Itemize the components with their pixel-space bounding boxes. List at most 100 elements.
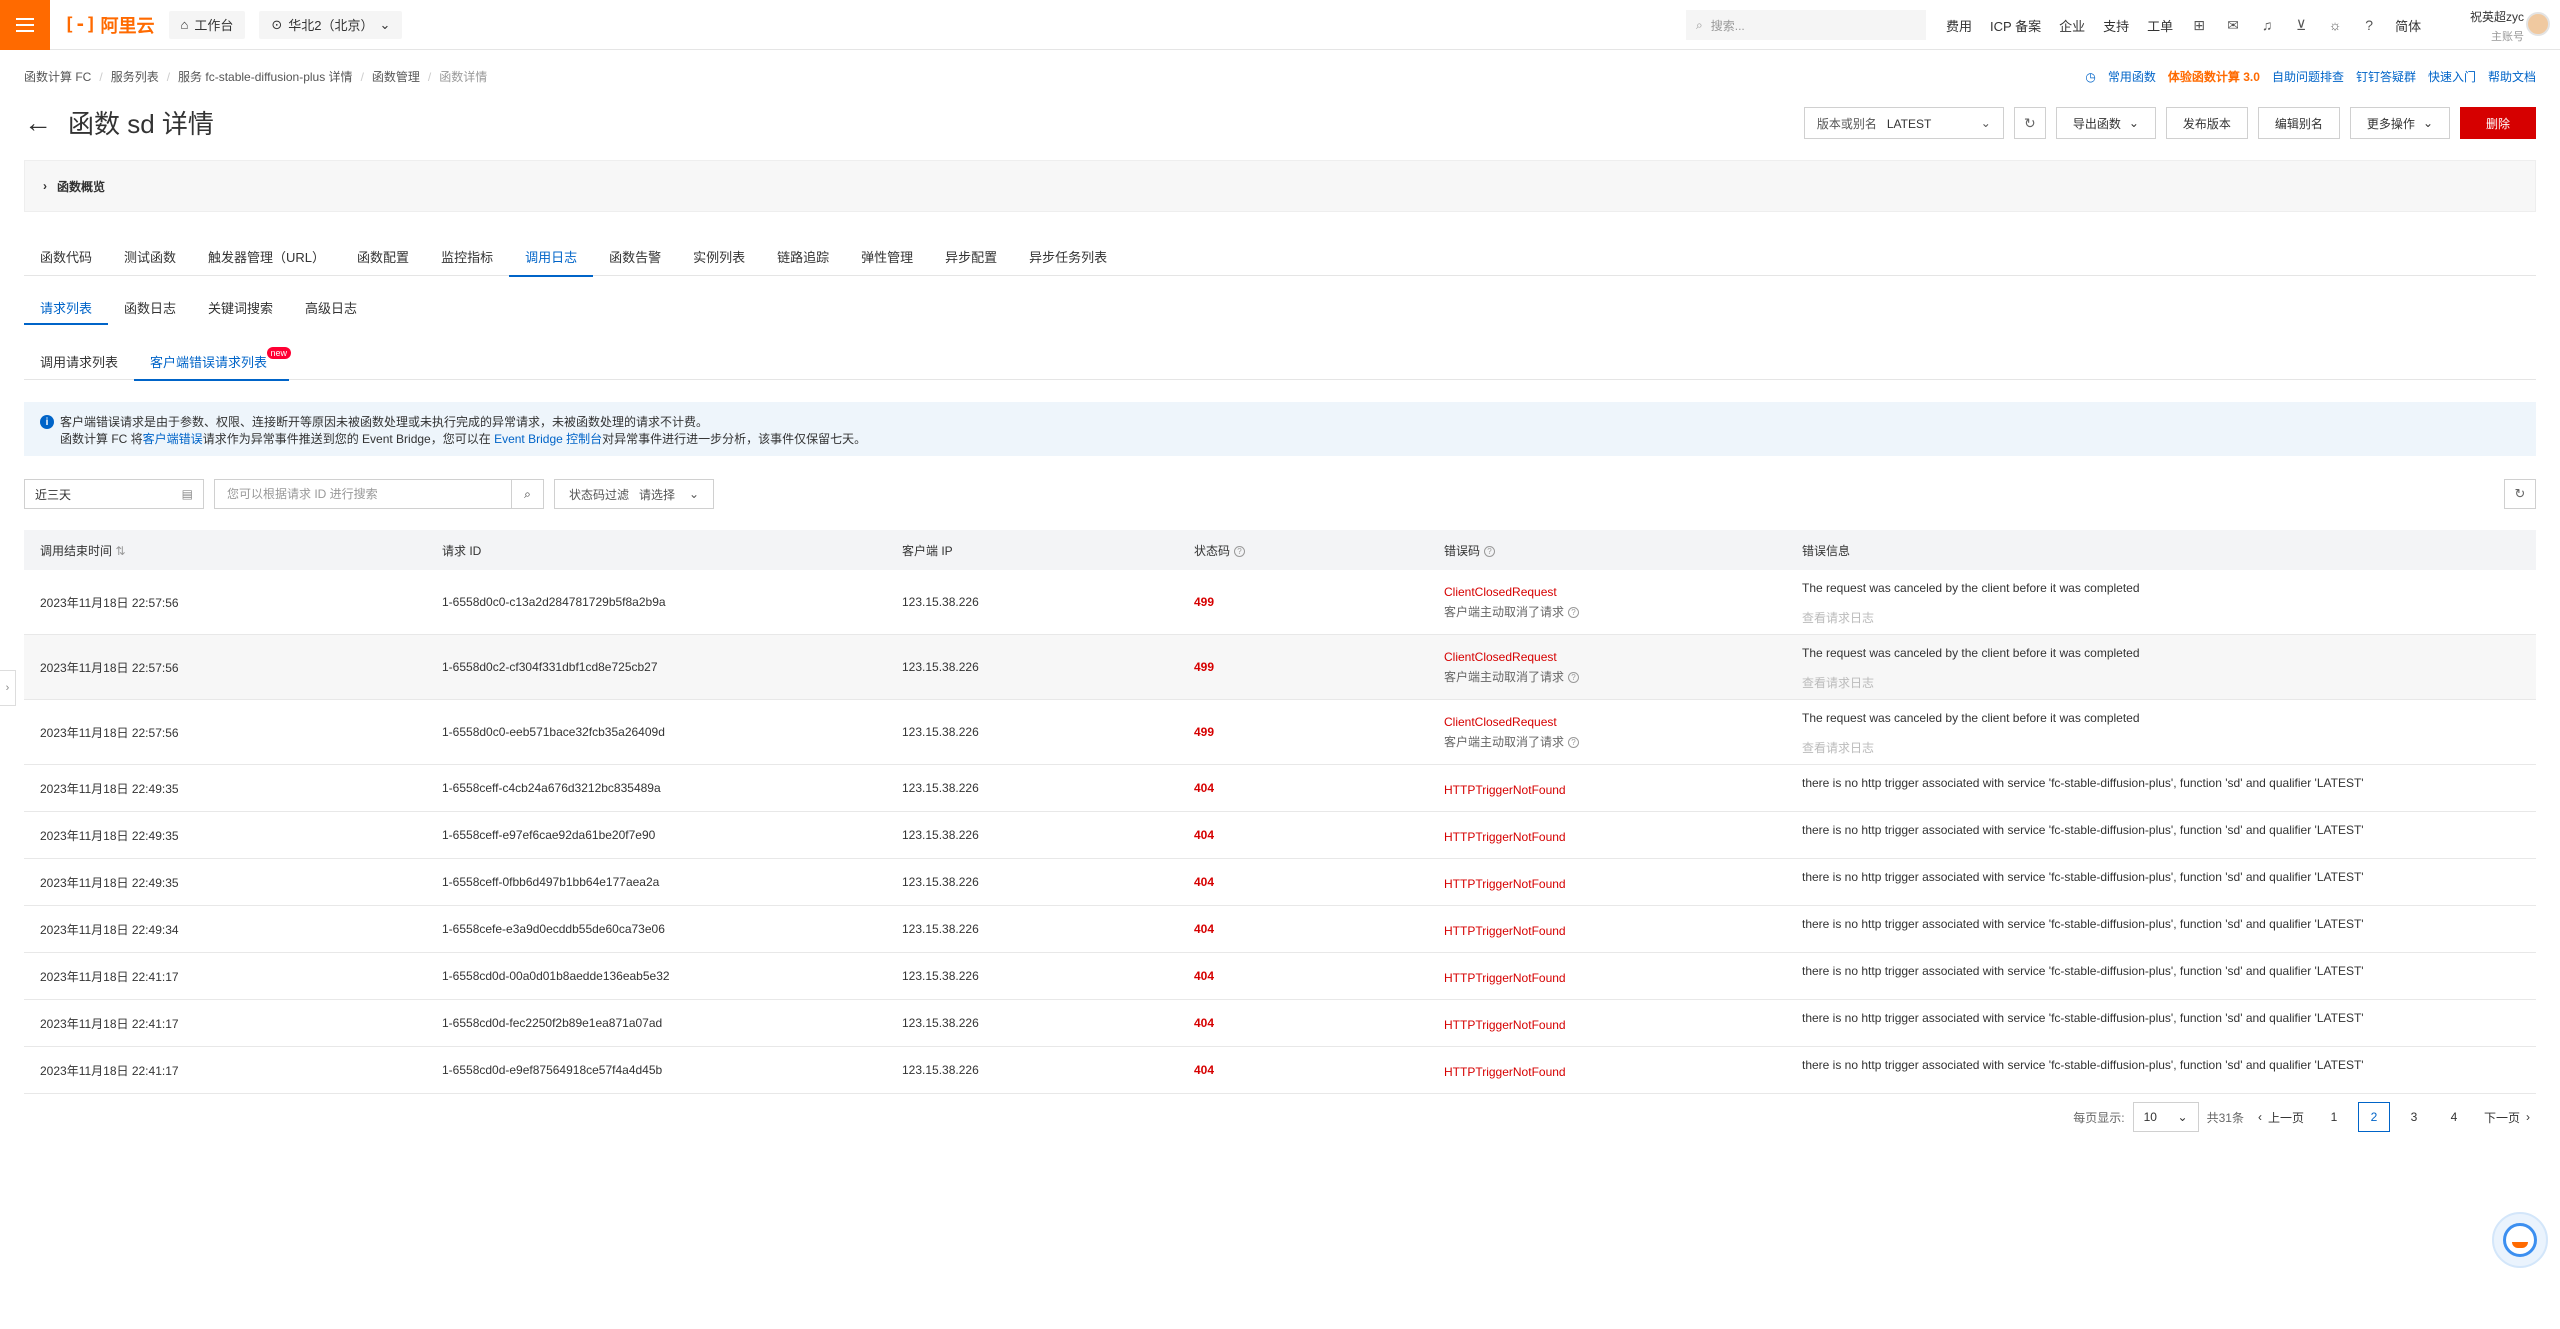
breadcrumb-item-fc[interactable]: 函数计算 FC [24, 68, 91, 85]
tab-function-code[interactable]: 函数代码 [24, 236, 108, 276]
tab-instances[interactable]: 实例列表 [677, 236, 761, 276]
tab-async-tasks[interactable]: 异步任务列表 [1013, 236, 1123, 276]
tab-function-logs[interactable]: 函数日志 [108, 290, 192, 324]
delete-button[interactable]: 删除 [2460, 107, 2536, 139]
date-range-picker[interactable]: 近三天 ▤ [24, 479, 204, 509]
link-dingtalk-group[interactable]: 钉钉答疑群 [2356, 68, 2416, 85]
tab-function-config[interactable]: 函数配置 [341, 236, 425, 276]
avatar[interactable] [2526, 12, 2550, 36]
prev-page-button[interactable]: ‹ 上一页 [2252, 1102, 2310, 1132]
calendar-icon: ▤ [181, 487, 193, 501]
next-page-button[interactable]: 下一页 › [2478, 1102, 2536, 1132]
message-icon[interactable]: ✉ [2225, 17, 2241, 33]
page-3[interactable]: 3 [2398, 1102, 2430, 1132]
back-arrow-icon[interactable]: ← [24, 108, 52, 137]
cell-client-ip: 123.15.38.226 [902, 875, 979, 889]
user-info[interactable]: 祝英超zyc 主账号 [2456, 8, 2524, 44]
top-link-enterprise[interactable]: 企业 [2059, 16, 2085, 35]
tab-advanced-logs[interactable]: 高级日志 [289, 290, 373, 324]
tab-alerts[interactable]: 函数告警 [593, 236, 677, 276]
chevron-down-icon: ⌄ [688, 487, 699, 501]
refresh-version-button[interactable]: ↻ [2013, 107, 2046, 139]
tab-keyword-search[interactable]: 关键词搜索 [192, 290, 289, 324]
link-self-diagnose[interactable]: 自助问题排查 [2272, 68, 2344, 85]
chevron-left-icon: ‹ [2257, 1110, 2262, 1124]
cell-client-ip: 123.15.38.226 [902, 828, 979, 842]
col-end-time[interactable]: 调用结束时间 ⇅ [24, 542, 442, 559]
sort-icon[interactable]: ⇅ [115, 544, 125, 558]
page-1[interactable]: 1 [2318, 1102, 2350, 1132]
tab-tracing[interactable]: 链路追踪 [761, 236, 845, 276]
top-link-icp[interactable]: ICP 备案 [1990, 16, 2041, 35]
ai-assistant-button[interactable] [2492, 1212, 2548, 1268]
help-icon[interactable]: ? [1568, 671, 1580, 683]
global-search-input[interactable]: ⌕ 搜索... [1686, 10, 1926, 40]
top-links: 费用 ICP 备案 企业 支持 工单 ⊞ ✉ ♫ ⊻ ☼ ? 简体 [1946, 0, 2421, 50]
view-request-log-link[interactable]: 查看请求日志 [1802, 674, 2536, 691]
tab-trigger-management[interactable]: 触发器管理（URL） [192, 236, 341, 276]
status-code-filter[interactable]: 状态码过滤 请选择 ⌄ [554, 479, 714, 509]
request-type-tabs: 调用请求列表 客户端错误请求列表 new [24, 342, 2536, 381]
page-2[interactable]: 2 [2357, 1102, 2390, 1132]
link-common-functions[interactable]: 常用函数 [2108, 68, 2156, 85]
hamburger-menu-icon[interactable] [0, 0, 50, 50]
tab-async-config[interactable]: 异步配置 [929, 236, 1013, 276]
link-quickstart[interactable]: 快速入门 [2428, 68, 2476, 85]
per-page-label: 每页显示: [2073, 1110, 2125, 1125]
request-id-search-input[interactable] [214, 479, 512, 509]
tab-invocation-requests[interactable]: 调用请求列表 [24, 342, 134, 380]
sidebar-expand-handle[interactable]: › [0, 670, 16, 706]
view-request-log-link[interactable]: 查看请求日志 [1802, 609, 2536, 626]
breadcrumb-item-functions[interactable]: 函数管理 [372, 68, 420, 85]
user-name: 祝英超zyc [2469, 10, 2524, 24]
page-4[interactable]: 4 [2438, 1102, 2470, 1132]
link-client-error[interactable]: 客户端错误 [143, 432, 203, 446]
region-label: 华北2（北京） [288, 18, 374, 33]
page-title: 函数 sd 详情 [68, 109, 214, 139]
publish-version-button[interactable]: 发布版本 [2165, 107, 2248, 139]
help-icon[interactable]: ? [1484, 545, 1496, 557]
region-selector[interactable]: ⊙ 华北2（北京） ⌄ [259, 10, 403, 39]
help-icon[interactable]: ? [1234, 545, 1246, 557]
search-button[interactable]: ⌕ [512, 479, 544, 509]
tab-request-list[interactable]: 请求列表 [24, 290, 109, 325]
cloud-shell-icon[interactable]: ⊞ [2191, 17, 2207, 33]
link-help-docs[interactable]: 帮助文档 [2488, 68, 2536, 85]
tab-monitoring[interactable]: 监控指标 [425, 236, 509, 276]
lightbulb-icon[interactable]: ☼ [2327, 17, 2343, 33]
tab-elastic[interactable]: 弹性管理 [845, 236, 929, 276]
tab-test-function[interactable]: 测试函数 [108, 236, 192, 276]
cell-error-code: HTTPTriggerNotFound [1444, 1061, 1802, 1079]
version-alias-select[interactable]: 版本或别名 LATEST ⌄ [1803, 107, 2004, 139]
edit-alias-button[interactable]: 编辑别名 [2257, 107, 2340, 139]
date-range-value: 近三天 [35, 487, 72, 502]
link-eventbridge-console[interactable]: Event Bridge 控制台 [494, 432, 602, 446]
cell-client-ip: 123.15.38.226 [902, 969, 979, 983]
help-icon[interactable]: ? [2361, 17, 2377, 33]
cell-status-code: 404 [1194, 969, 1215, 983]
export-function-button[interactable]: 导出函数 ⌄ [2055, 107, 2156, 139]
cart-icon[interactable]: ⊻ [2293, 17, 2309, 33]
help-icon[interactable]: ? [1568, 606, 1580, 618]
status-filter-label: 状态码过滤 [569, 487, 630, 502]
error-message-text: there is no http trigger associated with… [1802, 1011, 2364, 1025]
top-link-ticket[interactable]: 工单 [2147, 16, 2173, 35]
view-request-log-link[interactable]: 查看请求日志 [1802, 739, 2536, 756]
workbench-button[interactable]: ⌂ 工作台 [168, 10, 246, 39]
top-link-billing[interactable]: 费用 [1946, 16, 1972, 35]
refresh-table-button[interactable]: ↻ [2504, 479, 2536, 509]
help-icon[interactable]: ? [1568, 736, 1580, 748]
bell-icon[interactable]: ♫ [2259, 17, 2275, 33]
top-link-support[interactable]: 支持 [2103, 16, 2129, 35]
page-size-select[interactable]: 10 ⌄ [2132, 1102, 2199, 1132]
table-header: 调用结束时间 ⇅ 请求 ID 客户端 IP 状态码? 错误码? 错误信息 [24, 530, 2536, 570]
link-try-fc3[interactable]: 体验函数计算 3.0 [2168, 68, 2260, 85]
language-switch[interactable]: 简体 [2395, 16, 2421, 35]
aliyun-logo[interactable]: [-] 阿里云 [64, 12, 155, 38]
breadcrumb-item-service-detail[interactable]: 服务 fc-stable-diffusion-plus 详情 [178, 68, 353, 85]
tab-invocation-logs[interactable]: 调用日志 [509, 236, 594, 277]
tab-client-error-requests[interactable]: 客户端错误请求列表 new [134, 342, 292, 381]
more-actions-button[interactable]: 更多操作 ⌄ [2349, 107, 2450, 139]
breadcrumb-item-services[interactable]: 服务列表 [111, 68, 159, 85]
function-overview-collapse[interactable]: › 函数概览 [24, 160, 2536, 212]
